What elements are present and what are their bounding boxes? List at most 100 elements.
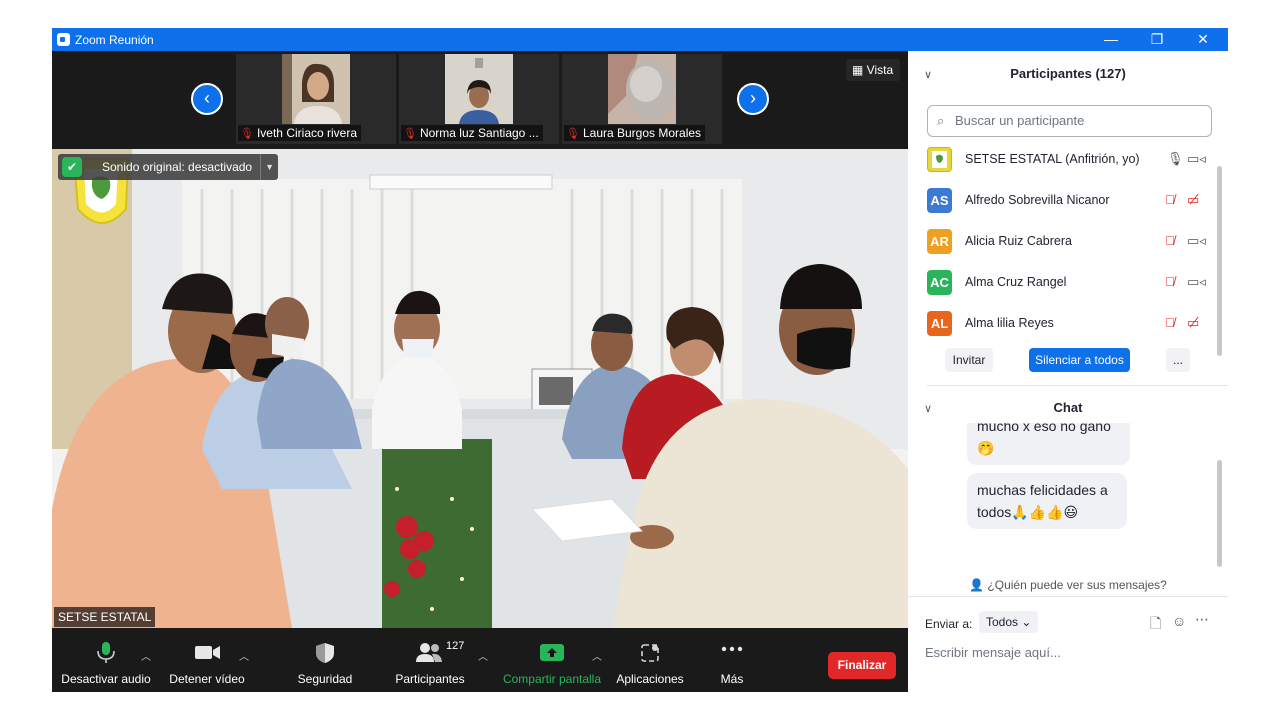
chevron-down-icon: ⌄ — [1021, 615, 1032, 629]
thumbnail-strip: ‹ 🎙 Iveth Ciriaco rivera 🎙 Norma luz San… — [52, 51, 908, 147]
chat-scrollbar[interactable] — [1217, 460, 1222, 567]
video-feed-image — [608, 54, 676, 124]
muted-mic-icon: 🎙 — [240, 128, 254, 140]
participant-search-input[interactable]: ⌕ Buscar un participante — [927, 105, 1212, 137]
apps-button[interactable]: Aplicaciones — [608, 628, 692, 692]
send-to-select[interactable]: Todos ⌄ — [979, 611, 1039, 633]
share-screen-icon — [498, 642, 606, 664]
zoom-window: Zoom Reunión — ❐ ✕ ‹ 🎙 Iveth Ciriaco rive… — [52, 28, 1228, 692]
participants-title: Participantes (127) — [1010, 66, 1126, 81]
microphone-icon[interactable]: 🎙 — [1167, 151, 1184, 167]
side-panel: ∨ Participantes (127) ⌕ Buscar un partic… — [908, 51, 1228, 692]
security-button[interactable]: Seguridad — [284, 628, 366, 692]
more-options-button[interactable]: ... — [1166, 348, 1190, 372]
send-to-label: Enviar a: — [925, 617, 973, 631]
muted-mic-icon[interactable]: 🎙̸ — [1165, 192, 1175, 207]
shield-check-icon: ✔ — [62, 157, 82, 177]
participant-name-tag: 🎙 Iveth Ciriaco rivera — [238, 125, 361, 141]
chevron-down-icon[interactable]: ▼ — [260, 154, 278, 180]
apps-icon — [608, 642, 692, 664]
video-off-icon[interactable]: ▭̸ — [1187, 315, 1199, 331]
participant-thumbnail[interactable]: 🎙 Iveth Ciriaco rivera — [236, 54, 396, 144]
participant-row[interactable]: AS Alfredo Sobrevilla Nicanor 🎙̸ ▭̸ — [908, 180, 1218, 221]
chat-message-input[interactable]: Escribir mensaje aquí... — [925, 641, 1215, 665]
participant-row[interactable]: AR Alicia Ruiz Cabrera 🎙̸ ▭◃ — [908, 221, 1218, 262]
who-can-see-text: ¿Quién puede ver sus mensajes? — [987, 578, 1167, 592]
share-screen-label: Compartir pantalla — [502, 672, 602, 686]
more-button[interactable]: Más — [702, 628, 762, 692]
participant-name: SETSE ESTATAL (Anfitrión, yo) — [965, 152, 1140, 166]
original-sound-banner[interactable]: ✔ Sonido original: desactivado ▼ — [58, 154, 279, 180]
banner-text: Sonido original: desactivado — [102, 160, 253, 174]
search-placeholder: Buscar un participante — [955, 113, 1085, 128]
meeting-stage: ‹ 🎙 Iveth Ciriaco rivera 🎙 Norma luz San… — [52, 51, 908, 692]
end-meeting-button[interactable]: Finalizar — [828, 652, 896, 679]
camera-icon — [164, 642, 250, 664]
emoji-icon[interactable]: ☺ — [1172, 613, 1186, 629]
participant-row[interactable]: SETSE ESTATAL (Anfitrión, yo) 🎙 ▭◃ — [908, 139, 1218, 180]
participants-count: 127 — [446, 640, 465, 652]
participant-thumbnail[interactable]: 🎙 Norma luz Santiago ... — [399, 54, 559, 144]
restore-button[interactable]: ❐ — [1134, 28, 1180, 51]
participant-name: Laura Burgos Morales — [582, 126, 702, 140]
video-feed-image — [282, 54, 350, 124]
chat-messages: mucho x eso no ganó 🤭 muchas felicidades… — [908, 423, 1218, 571]
video-feed-image — [445, 54, 513, 124]
avatar — [927, 147, 952, 172]
participants-button[interactable]: 127 Participantes — [388, 628, 472, 692]
avatar: AR — [927, 229, 952, 254]
participant-name: Alicia Ruiz Cabrera — [965, 234, 1072, 248]
video-options-caret[interactable]: ︿ — [239, 648, 249, 663]
minimize-button[interactable]: — — [1088, 28, 1134, 51]
avatar: AL — [927, 311, 952, 336]
invite-button[interactable]: Invitar — [945, 348, 993, 372]
muted-mic-icon[interactable]: 🎙̸ — [1165, 233, 1175, 248]
participants-label: Participantes — [395, 672, 465, 686]
send-to-value: Todos — [986, 615, 1019, 629]
meeting-room-video-feed — [52, 149, 908, 628]
participant-name: Norma luz Santiago ... — [419, 126, 539, 140]
speaker-name-tag: SETSE ESTATAL — [54, 607, 156, 627]
participants-options-caret[interactable]: ︿ — [478, 648, 488, 663]
more-dots-icon[interactable]: ⋯ — [1195, 611, 1209, 628]
muted-mic-icon[interactable]: 🎙̸ — [1165, 315, 1175, 330]
chat-title: Chat — [1053, 400, 1083, 415]
person-icon: 👤 — [969, 578, 988, 592]
participant-name: Alma Cruz Rangel — [965, 275, 1067, 289]
mute-audio-label: Desactivar audio — [61, 672, 151, 686]
participant-name: Alfredo Sobrevilla Nicanor — [965, 193, 1110, 207]
share-options-caret[interactable]: ︿ — [592, 648, 602, 663]
participant-row[interactable]: AL Alma lilia Reyes 🎙̸ ▭̸ — [908, 303, 1218, 344]
window-title: Zoom Reunión — [75, 33, 154, 47]
participant-name-tag: 🎙 Norma luz Santiago ... — [401, 125, 543, 141]
participant-name: Iveth Ciriaco rivera — [256, 126, 357, 140]
muted-mic-icon[interactable]: 🎙̸ — [1165, 274, 1175, 289]
chat-message: mucho x eso no ganó 🤭 — [967, 423, 1130, 465]
prev-page-button[interactable]: ‹ — [191, 83, 223, 115]
audio-options-caret[interactable]: ︿ — [141, 648, 151, 663]
camera-icon[interactable]: ▭◃ — [1187, 151, 1206, 167]
close-button[interactable]: ✕ — [1180, 28, 1226, 51]
file-icon[interactable]: 🗋 — [1150, 613, 1161, 637]
shield-icon — [284, 642, 366, 664]
security-label: Seguridad — [297, 672, 353, 686]
mute-all-button[interactable]: Silenciar a todos — [1029, 348, 1130, 372]
who-can-see-messages-link[interactable]: 👤 ¿Quién puede ver sus mensajes? — [908, 578, 1228, 592]
grid-icon: ▦ — [852, 63, 867, 77]
chat-message: muchas felicidades a todos🙏👍👍😃 — [967, 473, 1127, 529]
participant-name-tag: 🎙 Laura Burgos Morales — [564, 125, 706, 141]
stop-video-button[interactable]: Detener vídeo — [164, 628, 250, 692]
next-page-button[interactable]: › — [737, 83, 769, 115]
search-icon: ⌕ — [937, 113, 945, 128]
more-label: Más — [720, 672, 744, 686]
muted-mic-icon: 🎙 — [403, 128, 417, 140]
video-off-icon[interactable]: ▭̸ — [1187, 192, 1199, 208]
view-label: Vista — [866, 63, 894, 77]
share-screen-button[interactable]: Compartir pantalla — [498, 628, 606, 692]
camera-icon[interactable]: ▭◃ — [1187, 233, 1206, 249]
chat-divider — [908, 596, 1228, 597]
participant-thumbnail[interactable]: 🎙 Laura Burgos Morales — [562, 54, 722, 144]
camera-icon[interactable]: ▭◃ — [1187, 274, 1206, 290]
participant-row[interactable]: AC Alma Cruz Rangel 🎙̸ ▭◃ — [908, 262, 1218, 303]
view-button[interactable]: ▦ Vista — [846, 59, 900, 81]
